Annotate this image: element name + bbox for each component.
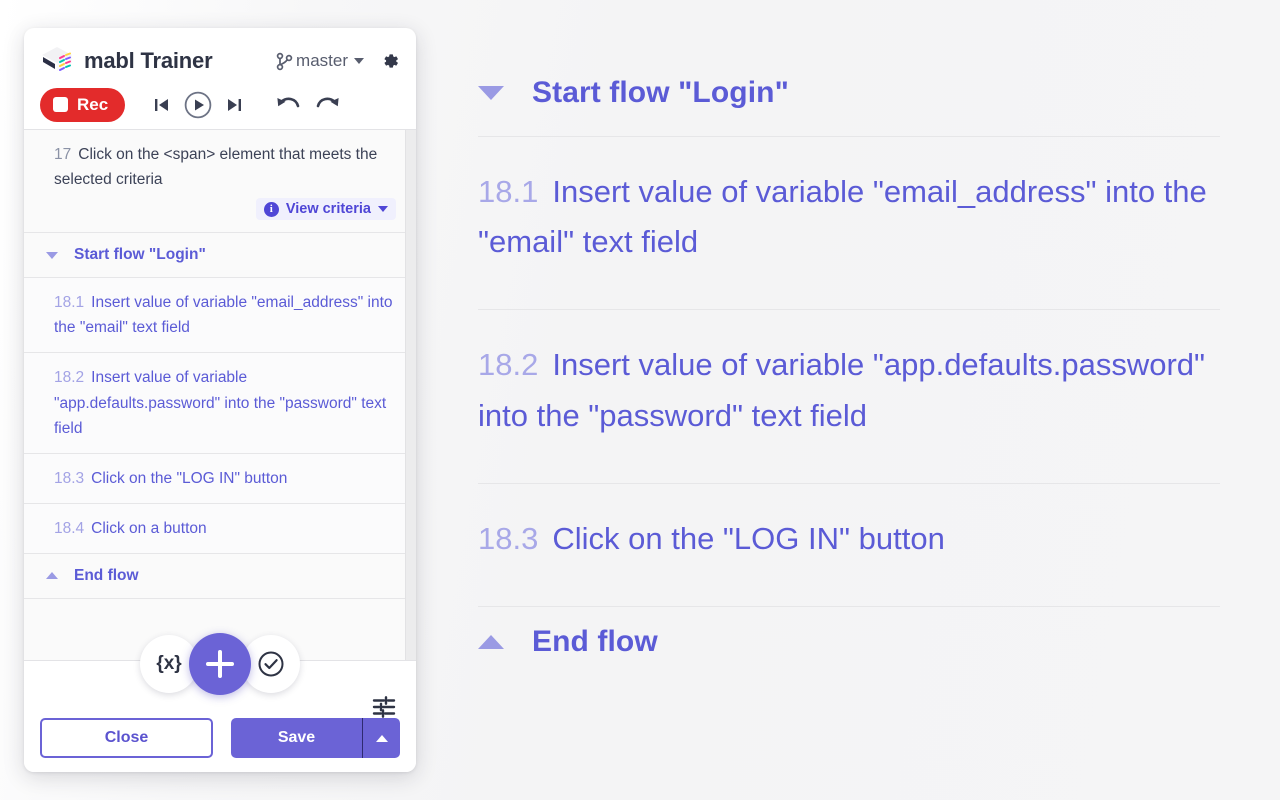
magnified-step-text: 18.2 Insert value of variable "app.defaul… bbox=[478, 324, 1220, 462]
flow-start-row[interactable]: Start flow "Login" bbox=[24, 233, 416, 279]
redo-icon[interactable] bbox=[313, 90, 343, 120]
check-circle-icon bbox=[258, 651, 284, 677]
plus-icon-vertical bbox=[218, 650, 222, 678]
step-description: Click on a button bbox=[91, 519, 207, 537]
chevron-down-icon[interactable] bbox=[478, 86, 504, 100]
magnified-flow-end-row[interactable]: End flow bbox=[478, 607, 1220, 685]
variable-braces-icon: {x} bbox=[156, 653, 182, 674]
magnified-step-description: Insert value of variable "app.defaults.p… bbox=[478, 347, 1206, 433]
step-number: 17 bbox=[54, 146, 72, 163]
magnified-flow-start-row[interactable]: Start flow "Login" bbox=[478, 58, 1220, 137]
save-button-group: Save bbox=[231, 718, 400, 758]
app-title: mabl Trainer bbox=[84, 48, 213, 73]
record-button-label: Rec bbox=[77, 94, 109, 114]
trainer-action-bar: {x} Close Save bbox=[24, 633, 416, 772]
add-step-button[interactable] bbox=[189, 633, 251, 695]
step-description: Click on the "LOG IN" button bbox=[91, 469, 288, 487]
view-criteria-row: i View criteria bbox=[54, 198, 396, 221]
magnified-flow-end-label: End flow bbox=[532, 625, 658, 659]
save-dropdown-button[interactable] bbox=[362, 718, 400, 758]
close-button[interactable]: Close bbox=[40, 718, 213, 758]
magnified-step-number: 18.2 bbox=[478, 347, 539, 383]
step-text: 18.4 Click on a button bbox=[54, 516, 396, 541]
view-criteria-label: View criteria bbox=[285, 201, 371, 218]
gear-icon[interactable] bbox=[380, 51, 400, 71]
branch-selector[interactable]: master bbox=[276, 51, 364, 71]
play-icon[interactable] bbox=[183, 90, 213, 120]
chevron-up-icon bbox=[375, 734, 388, 742]
step-list-scrollbar[interactable] bbox=[405, 130, 416, 660]
mabl-cube-logo-icon bbox=[40, 45, 74, 77]
info-icon: i bbox=[263, 201, 279, 217]
record-button[interactable]: Rec bbox=[40, 87, 126, 122]
undo-icon[interactable] bbox=[273, 90, 303, 120]
step-row[interactable]: 18.2 Insert value of variable "app.defaul… bbox=[24, 353, 416, 454]
floating-action-cluster: {x} bbox=[140, 633, 300, 695]
step-description: Click on the <span> element that meets t… bbox=[54, 146, 378, 189]
flow-end-row[interactable]: End flow bbox=[24, 553, 416, 599]
transport-toolbar: Rec bbox=[24, 80, 416, 130]
step-number: 18.2 bbox=[54, 369, 85, 387]
save-button[interactable]: Save bbox=[231, 718, 362, 758]
magnified-step-number: 18.3 bbox=[478, 520, 539, 556]
step-row[interactable]: 18.3 Click on the "LOG IN" button bbox=[24, 453, 416, 504]
trainer-window: mabl Trainer master Rec 17 Click on the … bbox=[24, 28, 416, 772]
step-description: Insert value of variable "email_address"… bbox=[54, 294, 393, 337]
chevron-down-icon[interactable] bbox=[46, 251, 58, 259]
chevron-up-icon[interactable] bbox=[478, 635, 504, 650]
step-number: 18.3 bbox=[54, 469, 85, 487]
magnified-step-number: 18.1 bbox=[478, 174, 539, 209]
step-row[interactable]: 18.4 Click on a button bbox=[24, 503, 416, 554]
magnified-step-row[interactable]: 18.3 Click on the "LOG IN" button bbox=[478, 484, 1220, 608]
magnified-step-row[interactable]: 18.2 Insert value of variable "app.defaul… bbox=[478, 310, 1220, 484]
step-row[interactable]: 18.1 Insert value of variable "email_addr… bbox=[24, 278, 416, 354]
flow-end-label: End flow bbox=[74, 566, 139, 584]
chevron-up-icon[interactable] bbox=[46, 572, 58, 580]
magnified-flow-start-label: Start flow "Login" bbox=[532, 76, 789, 109]
trainer-buttons: Close Save bbox=[24, 718, 416, 758]
trainer-title-row: mabl Trainer master bbox=[40, 42, 400, 80]
step-description: Insert value of variable "app.defaults.p… bbox=[54, 369, 387, 437]
view-criteria-button[interactable]: i View criteria bbox=[255, 198, 396, 221]
magnified-step-row[interactable]: 18.1 Insert value of variable "email_addr… bbox=[478, 137, 1220, 311]
step-number: 18.4 bbox=[54, 519, 85, 537]
step-text: 18.2 Insert value of variable "app.defaul… bbox=[54, 365, 396, 440]
magnified-step-text: 18.1 Insert value of variable "email_addr… bbox=[478, 151, 1220, 289]
sliders-icon bbox=[372, 696, 396, 718]
flow-start-label: Start flow "Login" bbox=[74, 246, 206, 264]
step-text: 17 Click on the <span> element that meets… bbox=[54, 142, 396, 192]
skip-to-end-icon[interactable] bbox=[219, 90, 249, 120]
step-text: 18.3 Click on the "LOG IN" button bbox=[54, 466, 396, 491]
magnified-step-list: Start flow "Login" 18.1 Insert value of v… bbox=[478, 58, 1220, 685]
step-list[interactable]: 17 Click on the <span> element that meets… bbox=[24, 130, 416, 660]
git-branch-icon bbox=[276, 52, 293, 70]
magnified-step-description: Insert value of variable "email_address"… bbox=[478, 174, 1207, 260]
chevron-down-icon bbox=[378, 206, 388, 213]
magnified-step-description: Click on the "LOG IN" button bbox=[552, 520, 945, 556]
trainer-header: mabl Trainer master bbox=[24, 28, 416, 80]
record-stop-square-icon bbox=[53, 97, 68, 112]
step-row[interactable]: 17 Click on the <span> element that meets… bbox=[24, 130, 416, 234]
magnified-step-text: 18.3 Click on the "LOG IN" button bbox=[478, 498, 1220, 586]
chevron-down-icon[interactable] bbox=[354, 58, 364, 64]
branch-name: master bbox=[296, 51, 348, 70]
skip-to-start-icon[interactable] bbox=[147, 90, 177, 120]
step-text: 18.1 Insert value of variable "email_addr… bbox=[54, 290, 396, 340]
step-number: 18.1 bbox=[54, 294, 85, 312]
